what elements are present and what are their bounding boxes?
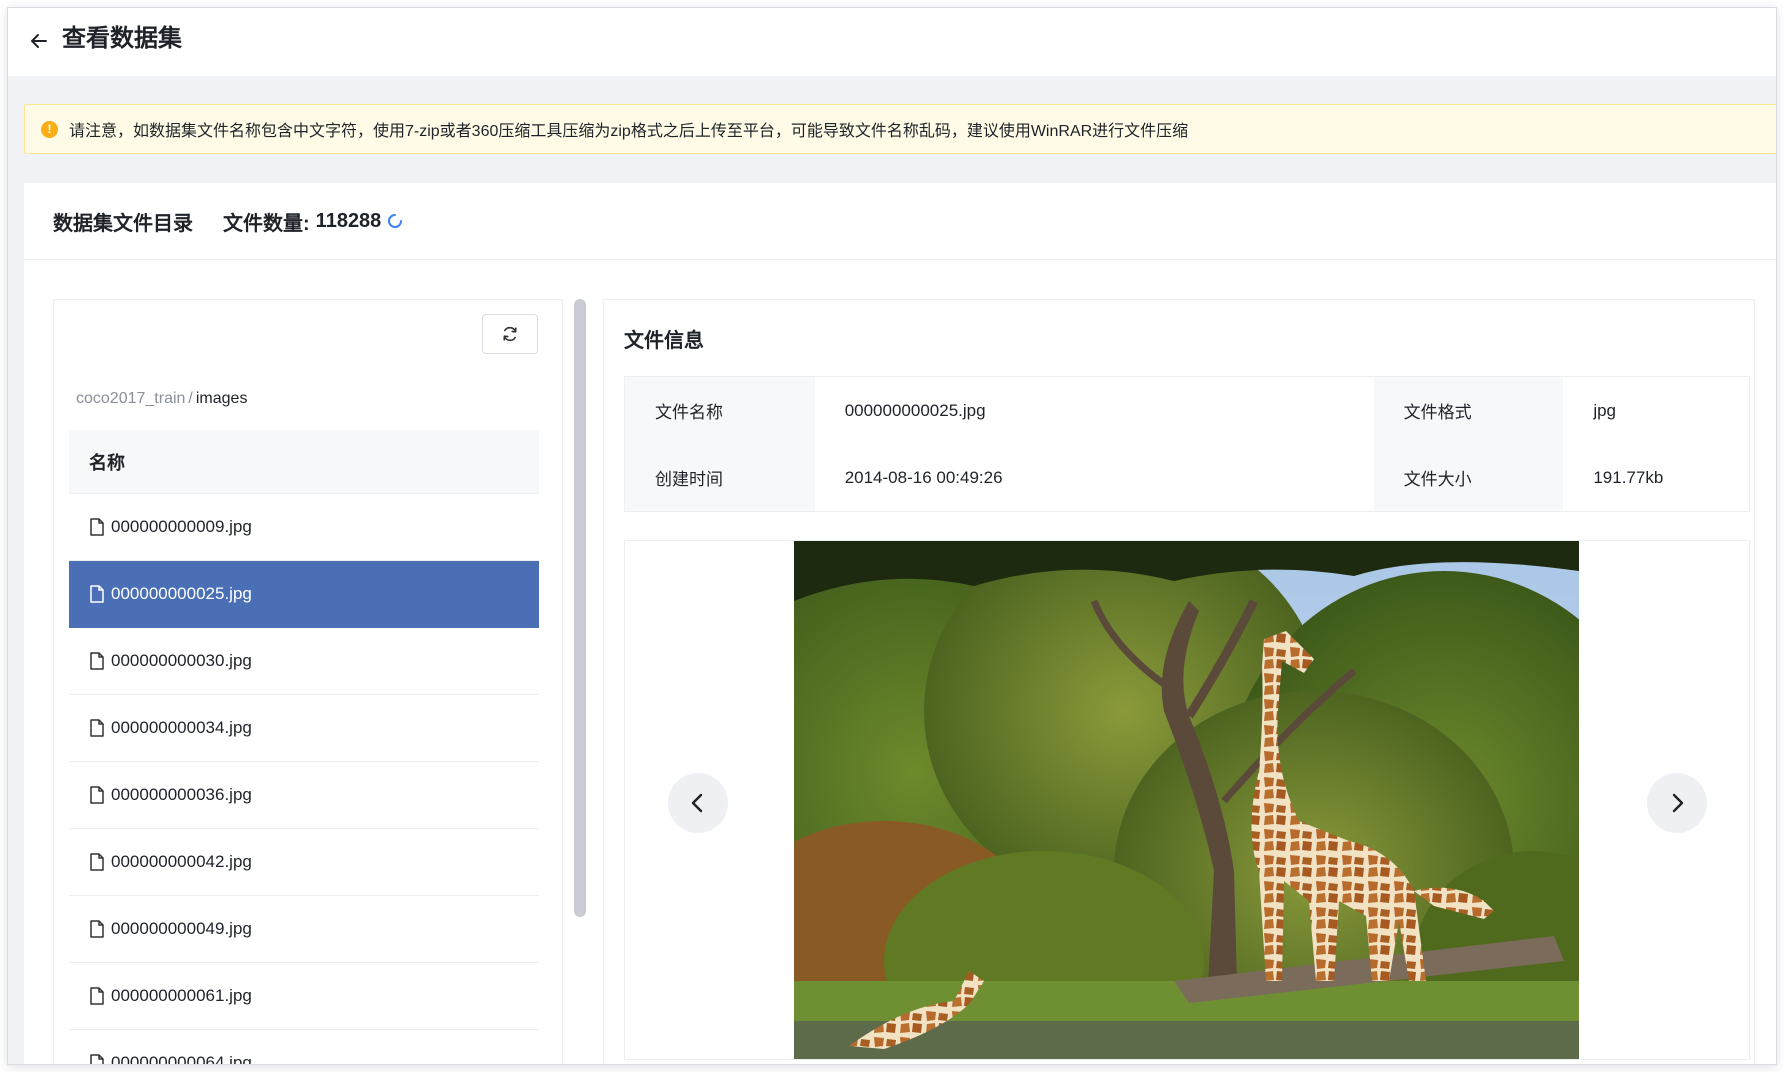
file-table: 名称 000000000009.jpg 000000000025.jpg 00000… (69, 430, 539, 1065)
file-size-label: 文件大小 (1373, 444, 1564, 511)
info-row: 创建时间 2014-08-16 00:49:26 文件大小 191.77kb (625, 444, 1749, 511)
file-icon (90, 585, 104, 603)
file-info-title: 文件信息 (624, 330, 704, 352)
file-row[interactable]: 000000000025.jpg (69, 561, 539, 628)
file-count-label: 文件数量: (223, 212, 310, 235)
file-icon (90, 1054, 104, 1064)
page-header: 查看数据集 (8, 8, 1776, 76)
file-row[interactable]: 000000000061.jpg (69, 963, 539, 1030)
dataset-card-header: 数据集文件目录 文件数量: 118288 (24, 183, 1776, 260)
file-name: 000000000064.jpg (111, 1053, 252, 1065)
refresh-button[interactable] (482, 314, 538, 354)
file-icon (90, 853, 104, 871)
next-image-button[interactable] (1647, 773, 1707, 833)
chevron-left-icon (691, 793, 703, 813)
prev-image-button[interactable] (668, 773, 728, 833)
file-name: 000000000036.jpg (111, 785, 252, 804)
column-header-name: 名称 (69, 430, 539, 494)
breadcrumb-separator: / (188, 390, 193, 407)
breadcrumb-root[interactable]: coco2017_train (76, 390, 185, 407)
file-info-table: 文件名称 000000000025.jpg 文件格式 jpg 创建时间 2014… (624, 376, 1750, 512)
file-list: 000000000009.jpg 000000000025.jpg 00000000… (69, 494, 539, 1065)
dataset-card: 数据集文件目录 文件数量: 118288 coco2017_train/im (24, 183, 1776, 1065)
notice-banner: ! 请注意，如数据集文件名称包含中文字符，使用7-zip或者360压缩工具压缩为… (24, 104, 1776, 154)
refresh-icon (503, 326, 517, 342)
file-name: 000000000042.jpg (111, 852, 252, 871)
file-icon (90, 719, 104, 737)
file-format-label: 文件格式 (1373, 377, 1564, 444)
image-viewer (624, 540, 1750, 1060)
file-name: 000000000034.jpg (111, 718, 252, 737)
file-name: 000000000061.jpg (111, 986, 252, 1005)
file-count-value: 118288 (315, 209, 382, 232)
loading-icon (388, 214, 403, 228)
page-title: 查看数据集 (62, 25, 182, 52)
file-icon (90, 652, 104, 670)
file-info-panel: 文件信息 文件名称 000000000025.jpg 文件格式 jpg 创建时间… (603, 299, 1755, 1064)
file-row[interactable]: 000000000036.jpg (69, 762, 539, 829)
info-row: 文件名称 000000000025.jpg 文件格式 jpg (625, 377, 1749, 444)
file-name: 000000000030.jpg (111, 651, 252, 670)
file-icon (90, 920, 104, 938)
giraffe-photo (794, 541, 1579, 1059)
file-name: 000000000025.jpg (111, 584, 252, 603)
file-row[interactable]: 000000000030.jpg (69, 628, 539, 695)
file-size-value: 191.77kb (1593, 467, 1664, 487)
file-count: 文件数量: 118288 (223, 207, 404, 236)
image-preview (794, 541, 1579, 1059)
breadcrumb-current: images (195, 390, 248, 407)
file-browser: coco2017_train / images 名称 000000000009.jp… (53, 299, 563, 1065)
created-time-label: 创建时间 (625, 444, 815, 511)
file-icon (90, 786, 104, 804)
file-list-scrollbar[interactable] (574, 299, 586, 917)
arrow-left-icon (31, 34, 47, 48)
file-row[interactable]: 000000000064.jpg (69, 1030, 539, 1065)
section-title: 数据集文件目录 (53, 212, 193, 235)
file-icon (90, 987, 104, 1005)
file-row[interactable]: 000000000034.jpg (69, 695, 539, 762)
file-name-value: 000000000025.jpg (844, 400, 986, 420)
file-name: 000000000049.jpg (111, 919, 252, 938)
notice-text: 请注意，如数据集文件名称包含中文字符，使用7-zip或者360压缩工具压缩为zi… (69, 123, 1189, 140)
file-row[interactable]: 000000000009.jpg (69, 494, 539, 561)
file-icon (90, 518, 104, 536)
file-name-label: 文件名称 (625, 377, 815, 444)
back-button[interactable] (22, 24, 56, 58)
app-window: 查看数据集 ! 请注意，如数据集文件名称包含中文字符，使用7-zip或者360压… (7, 7, 1777, 1065)
exclamation-circle-icon: ! (41, 120, 58, 138)
chevron-right-icon (1672, 793, 1684, 813)
file-row[interactable]: 000000000049.jpg (69, 896, 539, 963)
file-name: 000000000009.jpg (111, 517, 252, 536)
created-time-value: 2014-08-16 00:49:26 (844, 467, 1003, 487)
file-format-value: jpg (1593, 400, 1617, 420)
file-row[interactable]: 000000000042.jpg (69, 829, 539, 896)
breadcrumb: coco2017_train / images (76, 390, 247, 408)
